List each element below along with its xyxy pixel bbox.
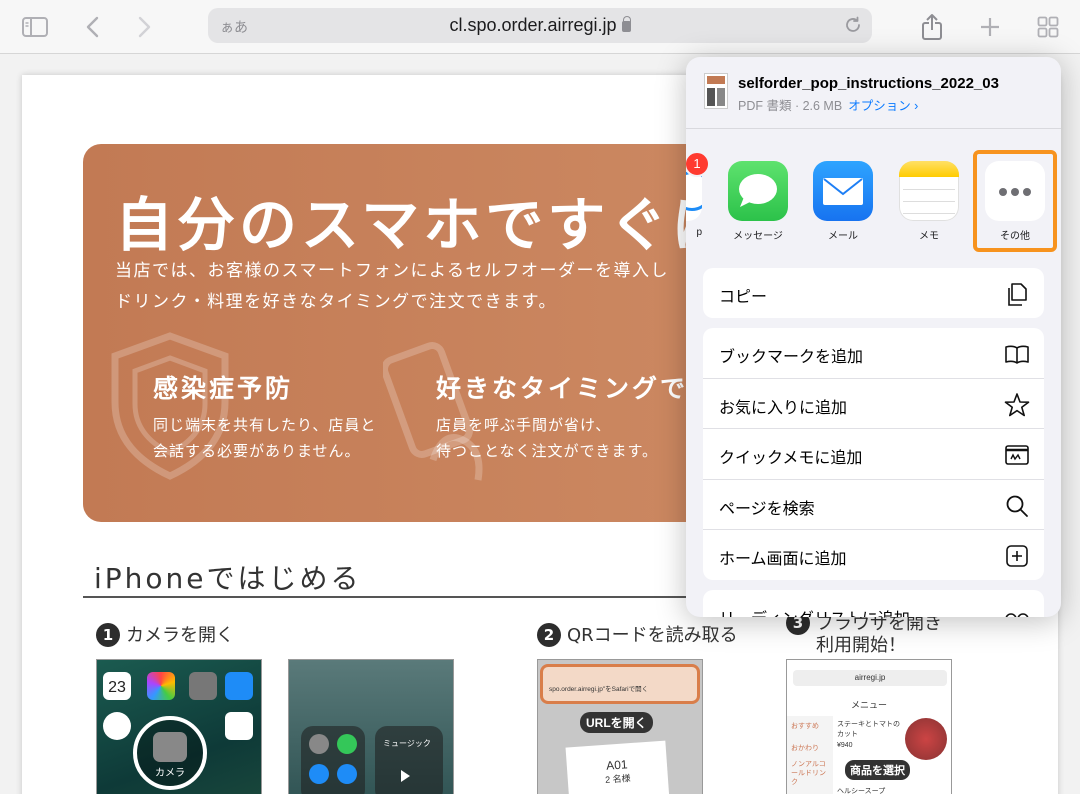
action-find-on-page[interactable]: ページを検索 [703, 480, 1044, 530]
action-add-reading-list[interactable]: リーディングリストに追加 [703, 590, 1044, 617]
reload-icon[interactable] [844, 16, 862, 39]
feature2-text: 店員を呼ぶ手間が省け、 待つことなく注文ができます。 [436, 416, 659, 460]
menu-tabs: おすすめ おかわり ノンアルコールドリンク [787, 716, 833, 794]
action-add-bookmark[interactable]: ブックマークを追加 [703, 328, 1044, 379]
lock-icon [621, 16, 632, 32]
browser-toolbar: ぁあ cl.spo.order.airregi.jp [0, 0, 1080, 54]
add-square-icon [1004, 543, 1030, 569]
app-mail[interactable]: メール [813, 161, 873, 242]
camera-highlight-circle: カメラ [133, 716, 207, 790]
actions-group: ブックマークを追加 お気に入りに追加 クイックメモに追加 ページを検索 ホーム画… [703, 328, 1044, 580]
new-tab-icon[interactable] [975, 12, 1005, 42]
feature2-title: 好きなタイミングで [436, 374, 689, 403]
file-name: selforder_pop_instructions_2022_03 [738, 75, 999, 92]
options-link[interactable]: オプション › [848, 99, 918, 113]
book-icon [1004, 341, 1030, 367]
action-copy[interactable]: コピー [703, 268, 1044, 319]
action-add-favorites[interactable]: お気に入りに追加 [703, 379, 1044, 429]
quick-note-icon [1004, 442, 1030, 468]
feature1-title: 感染症予防 [153, 374, 294, 403]
forward-icon[interactable] [130, 12, 160, 42]
pdf-thumbnail [704, 73, 728, 109]
notification-badge: 1 [686, 151, 710, 177]
section-heading: iPhoneではじめる [94, 562, 362, 595]
music-panel: ミュージック [375, 726, 443, 794]
qr-scan-screenshot: spo.order.airregi.jp"をSafariで開く URLを開く A… [537, 659, 703, 794]
share-sheet: selforder_pop_instructions_2022_03 PDF 書… [686, 57, 1061, 617]
step3-label: 3 ブラウザを開き 利用開始！ [786, 611, 942, 657]
mail-app-icon [225, 672, 253, 700]
reminders-icon [225, 712, 253, 740]
camera-app-icon [189, 672, 217, 700]
copy-group: コピー [703, 268, 1044, 318]
tabs-overview-icon[interactable] [1033, 12, 1063, 42]
glasses-icon [1004, 603, 1030, 617]
clock-icon [103, 712, 131, 740]
photos-icon [147, 672, 175, 700]
share-sheet-header: selforder_pop_instructions_2022_03 PDF 書… [686, 57, 1061, 129]
mail-icon [813, 161, 873, 221]
share-icon[interactable] [917, 12, 947, 42]
connectivity-panel [301, 726, 365, 794]
messages-icon [728, 161, 788, 221]
search-icon [1004, 493, 1030, 519]
more-highlight-box [973, 150, 1057, 252]
notes-icon [899, 161, 959, 221]
address-bar[interactable]: ぁあ cl.spo.order.airregi.jp [208, 8, 872, 43]
table-card: A01 2 名様 [565, 740, 671, 794]
iphone-home-screenshot: 23 カメラ [96, 659, 262, 794]
banner-description: 当店では、お客様のスマートフォンによるセルフオーダーを導入し ドリンク・料理を好… [115, 261, 669, 312]
url-text: cl.spo.order.airregi.jp [208, 15, 872, 36]
action-add-quick-note[interactable]: クイックメモに追加 [703, 429, 1044, 480]
food-photo [905, 718, 947, 760]
qr-notification: spo.order.airregi.jp"をSafariで開く [540, 664, 700, 704]
app-notes[interactable]: メモ [899, 161, 959, 242]
sidebar-icon[interactable] [20, 12, 50, 42]
open-url-label: URLを開く [580, 712, 653, 733]
select-item-label: 商品を選択 [845, 760, 910, 780]
step2-label: 2 QRコードを読み取る [537, 621, 738, 647]
reading-list-group: リーディングリストに追加 [703, 590, 1044, 617]
control-center-screenshot: ミュージック [288, 659, 454, 794]
back-icon[interactable] [77, 12, 107, 42]
menu-browser-screenshot: airregi.jp メニュー おすすめ おかわり ノンアルコールドリンク ステ… [786, 659, 952, 794]
star-icon [1004, 392, 1030, 418]
copy-icon [1004, 281, 1030, 307]
step1-label: 1 カメラを開く [96, 621, 234, 647]
feature1-text: 同じ端末を共有したり、店員と 会話する必要がありません。 [153, 416, 377, 460]
calendar-icon: 23 [103, 672, 131, 700]
file-meta: PDF 書類 · 2.6 MB オプション › [738, 99, 919, 113]
app-messages[interactable]: メッセージ [728, 161, 788, 242]
action-add-home-screen[interactable]: ホーム画面に追加 [703, 530, 1044, 581]
